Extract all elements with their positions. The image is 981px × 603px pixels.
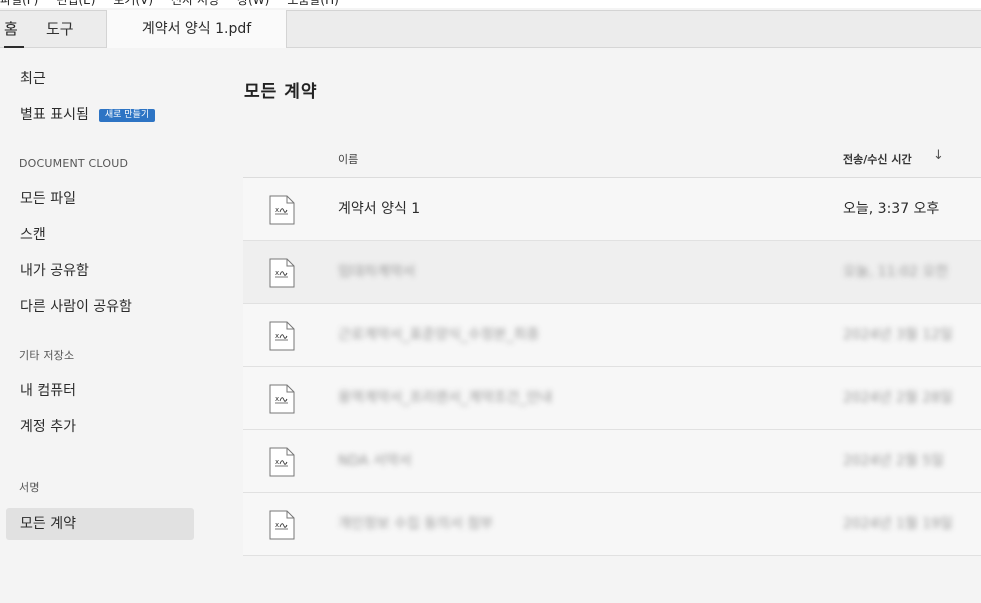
agreement-time: 2024년 3월 12일	[843, 327, 953, 343]
section-header-sign: 서명	[19, 481, 40, 494]
sidebar-item-shared-by-others[interactable]: 다른 사람이 공유함	[6, 291, 194, 323]
menu-edit[interactable]: 편집(E)	[56, 0, 95, 8]
agreement-file-icon: x	[269, 195, 295, 225]
sidebar-item-label: 모든 파일	[20, 191, 76, 207]
agreement-file-icon: x	[269, 321, 295, 351]
column-header-name[interactable]: 이름	[338, 151, 358, 167]
main-content: 모든 계약 이름 전송/수신 시간 ↓ x 계약서 양식 1 오늘, 3:37 …	[210, 48, 981, 603]
sidebar-item-label: 스캔	[20, 227, 46, 243]
agreement-file-icon: x	[269, 384, 295, 414]
agreement-name: 계약서 양식 1	[338, 201, 421, 217]
agreement-file-icon: x	[269, 447, 295, 477]
table-row[interactable]: x NDA 서약서 2024년 2월 5일	[243, 430, 981, 493]
table-row[interactable]: x 임대차계약서 오늘, 11:02 오전	[243, 241, 981, 304]
tab-tools[interactable]: 도구	[46, 11, 74, 48]
agreement-file-icon: x	[269, 258, 295, 288]
sidebar-item-label: 계정 추가	[20, 419, 76, 435]
new-badge[interactable]: 새로 만들기	[98, 109, 156, 122]
menu-e-sign[interactable]: 전자 서명	[171, 0, 219, 8]
agreement-name: 용역계약서_프리랜서_계약조건_안내	[338, 390, 553, 406]
table-row[interactable]: x 개인정보 수집 동의서 첨부 2024년 1월 19일	[243, 493, 981, 556]
sidebar-item-scan[interactable]: 스캔	[6, 219, 194, 251]
menu-file[interactable]: 파일(F)	[0, 0, 38, 8]
svg-text:x: x	[275, 395, 279, 403]
sidebar-item-all-agreements[interactable]: 모든 계약	[6, 508, 194, 540]
tab-document[interactable]: 계약서 양식 1.pdf	[106, 10, 287, 48]
sidebar-item-shared-by-me[interactable]: 내가 공유함	[6, 255, 194, 287]
agreement-time: 2024년 2월 5일	[843, 453, 944, 469]
table-row[interactable]: x 계약서 양식 1 오늘, 3:37 오후	[243, 178, 981, 241]
agreements-table: 이름 전송/수신 시간 ↓ x 계약서 양식 1 오늘, 3:37 오후 x 임…	[243, 138, 981, 556]
sidebar-item-label: 별표 표시됨	[20, 107, 89, 123]
agreement-time: 2024년 1월 19일	[843, 516, 953, 532]
section-header-other-storage: 기타 저장소	[19, 349, 75, 362]
svg-text:x: x	[275, 269, 279, 277]
sidebar: 최근 별표 표시됨 새로 만들기 DOCUMENT CLOUD 모든 파일 스캔 …	[0, 48, 210, 603]
column-header-time[interactable]: 전송/수신 시간	[843, 151, 912, 167]
agreement-time: 오늘, 11:02 오전	[843, 264, 949, 280]
section-header-document-cloud: DOCUMENT CLOUD	[19, 157, 129, 170]
sidebar-item-recent[interactable]: 최근	[6, 63, 194, 95]
menu-window[interactable]: 창(W)	[237, 0, 269, 8]
sidebar-item-add-account[interactable]: 계정 추가	[6, 411, 194, 443]
svg-text:x: x	[275, 458, 279, 466]
table-row[interactable]: x 용역계약서_프리랜서_계약조건_안내 2024년 2월 28일	[243, 367, 981, 430]
sidebar-item-label: 내가 공유함	[20, 263, 89, 279]
menu-view[interactable]: 보기(V)	[113, 0, 153, 8]
svg-text:x: x	[275, 521, 279, 529]
agreement-name: 개인정보 수집 동의서 첨부	[338, 516, 494, 532]
sidebar-item-label: 다른 사람이 공유함	[20, 299, 132, 315]
sidebar-item-label: 모든 계약	[20, 516, 76, 532]
sort-descending-icon[interactable]: ↓	[933, 148, 944, 163]
table-row[interactable]: x 근로계약서_표준양식_수정본_최종 2024년 3월 12일	[243, 304, 981, 367]
sidebar-item-all-files[interactable]: 모든 파일	[6, 183, 194, 215]
sidebar-item-starred[interactable]: 별표 표시됨 새로 만들기	[6, 99, 194, 131]
sidebar-item-label: 내 컴퓨터	[20, 383, 76, 399]
agreement-file-icon: x	[269, 510, 295, 540]
menu-bar: 파일(F) 편집(E) 보기(V) 전자 서명 창(W) 도움말(H)	[0, 0, 981, 8]
agreement-name: 임대차계약서	[338, 264, 416, 280]
agreement-time: 오늘, 3:37 오후	[843, 201, 940, 217]
svg-text:x: x	[275, 332, 279, 340]
menu-help[interactable]: 도움말(H)	[287, 0, 339, 8]
tab-strip: 홈 도구 계약서 양식 1.pdf	[0, 10, 981, 48]
agreement-name: NDA 서약서	[338, 453, 412, 469]
agreement-name: 근로계약서_표준양식_수정본_최종	[338, 327, 540, 343]
sidebar-item-label: 최근	[20, 71, 46, 87]
page-title: 모든 계약	[244, 82, 318, 102]
tab-home[interactable]: 홈	[4, 11, 24, 48]
agreement-time: 2024년 2월 28일	[843, 390, 953, 406]
sidebar-item-my-computer[interactable]: 내 컴퓨터	[6, 375, 194, 407]
table-header: 이름 전송/수신 시간 ↓	[243, 138, 981, 178]
svg-text:x: x	[275, 206, 279, 214]
